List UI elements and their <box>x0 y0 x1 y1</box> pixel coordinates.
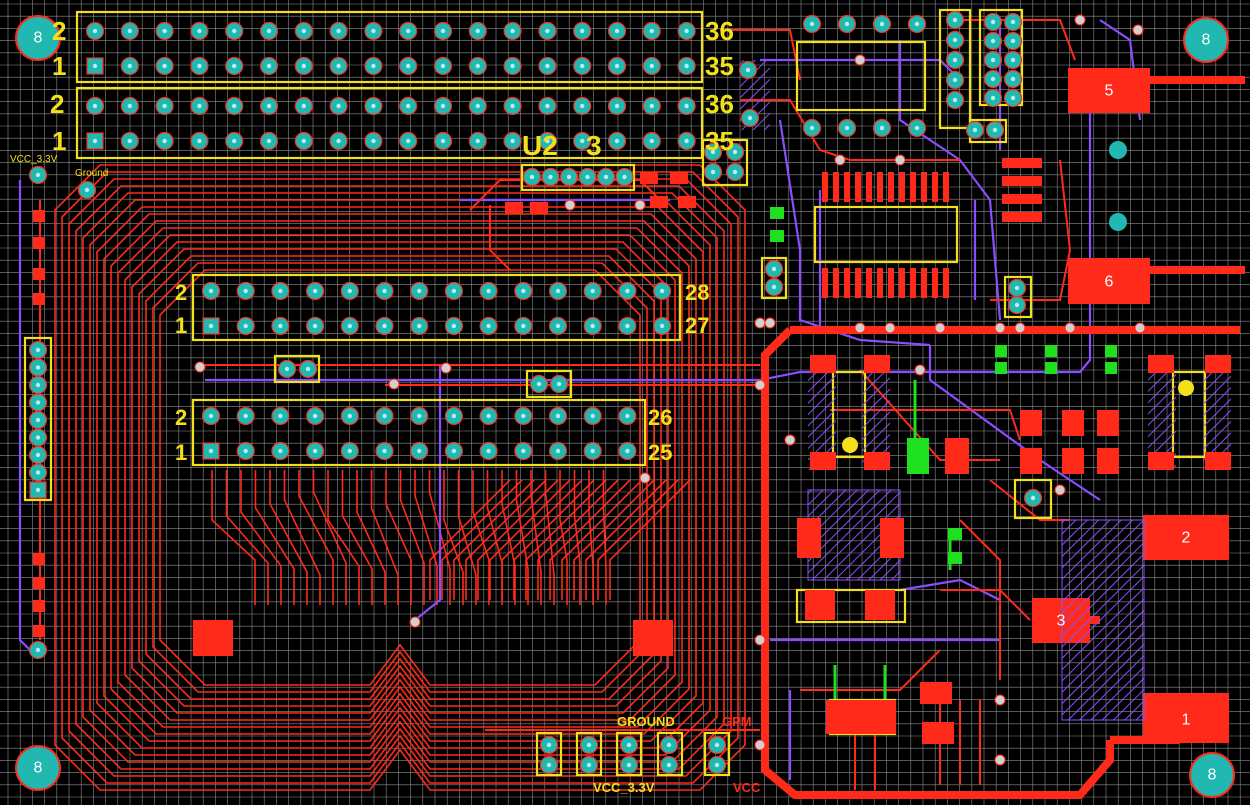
label-vcc33-bottom: VCC_3.3V <box>593 780 655 795</box>
label-h28-27: 27 <box>685 313 709 338</box>
label-header-mid-36: 36 <box>705 89 734 119</box>
label-pad-2: 2 <box>1182 530 1191 547</box>
label-mount-tl: 8 <box>34 30 43 47</box>
label-h26-25: 25 <box>648 440 672 465</box>
label-header-top-2: 2 <box>52 16 66 46</box>
label-h26-2: 2 <box>175 405 187 430</box>
label-h28-1: 1 <box>175 313 187 338</box>
label-pad-6: 6 <box>1105 274 1114 291</box>
label-header-mid-35: 35 <box>705 126 734 156</box>
label-h26-26: 26 <box>648 405 672 430</box>
label-vcc33-left: VCC_3.3V <box>10 154 58 165</box>
label-ground-left: Ground <box>75 168 108 179</box>
label-header-mid-1: 1 <box>52 126 66 156</box>
label-mount-bl: 8 <box>34 760 43 777</box>
label-pad-5: 5 <box>1105 83 1114 100</box>
label-header-top-35: 35 <box>705 51 734 81</box>
label-vcc-bottom: VCC <box>733 780 761 795</box>
label-mount-tr: 8 <box>1202 32 1211 49</box>
label-gpm-bottom: GPM <box>722 714 752 729</box>
label-h26-1: 1 <box>175 440 187 465</box>
label-header-top-1: 1 <box>52 51 66 81</box>
label-mount-br: 8 <box>1208 767 1217 784</box>
label-ground-bottom: GROUND <box>617 714 675 729</box>
label-h28-2: 2 <box>175 280 187 305</box>
label-u3: 3 <box>586 130 602 161</box>
label-h28-28: 28 <box>685 280 709 305</box>
label-header-top-36: 36 <box>705 16 734 46</box>
label-u2: U2 <box>522 130 558 161</box>
label-pad-1: 1 <box>1182 712 1191 729</box>
label-pad-3: 3 <box>1057 613 1066 630</box>
label-header-mid-2: 2 <box>50 89 64 119</box>
pcb-layout: 2 1 36 35 2 1 36 35 U2 3 2 1 28 27 2 1 2… <box>0 0 1250 805</box>
